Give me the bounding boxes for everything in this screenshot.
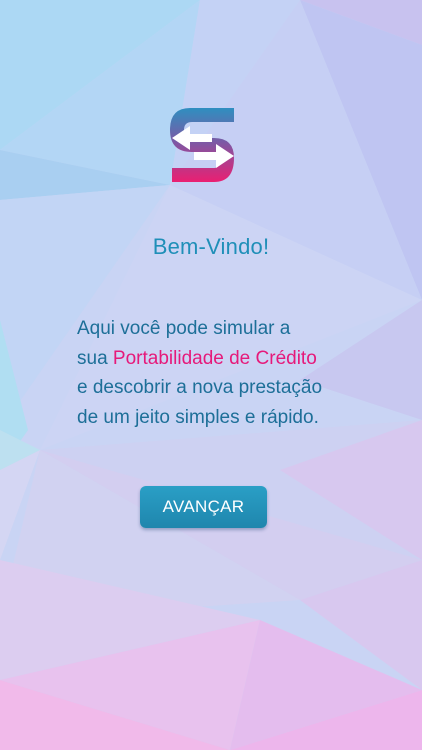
intro-line-2-prefix: sua xyxy=(77,347,113,369)
welcome-heading: Bem-Vindo! xyxy=(152,234,270,259)
advance-button[interactable]: AVANÇAR xyxy=(140,486,267,528)
welcome-screen: Bem-Vindo! Aqui você pode simular a sua … xyxy=(0,0,422,750)
intro-line-1: Aqui você pode simular a xyxy=(77,318,291,339)
intro-line-4: de um jeito simples e rápido. xyxy=(77,406,319,428)
app-logo-icon xyxy=(170,108,234,182)
intro-text: Aqui você pode simular a sua Portabilida… xyxy=(77,314,397,432)
intro-line-3: e descobrir a nova prestação xyxy=(77,377,323,398)
portability-highlight: Portabilidade de Crédito xyxy=(112,347,317,369)
